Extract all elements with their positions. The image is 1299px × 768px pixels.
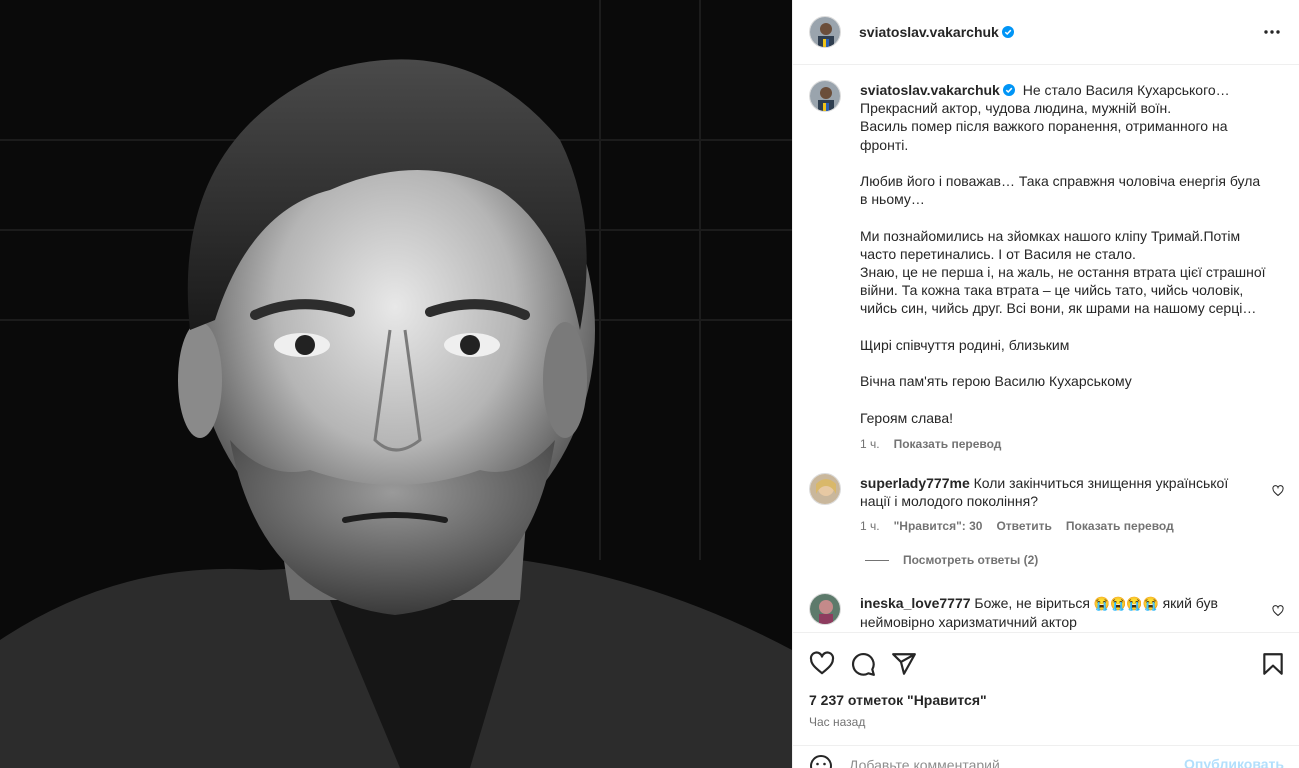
share-icon[interactable] — [891, 651, 917, 677]
caption-text: sviatoslav.vakarchuk Не стало Василя Кух… — [860, 81, 1270, 453]
comment-text: superlady777me Коли закінчиться знищення… — [860, 474, 1260, 536]
portrait-image — [0, 0, 792, 768]
caption-line: Не стало Василя Кухарського… — [1022, 82, 1230, 98]
add-comment-row: Опубликовать — [793, 745, 1299, 768]
caption-line: чийсь син, чийсь друг. Всі вони, як шрам… — [860, 300, 1257, 317]
post-photo[interactable] — [0, 0, 792, 768]
comment-body-cont: нації і молодого покоління? — [860, 493, 1039, 510]
commenter-avatar[interactable] — [809, 473, 841, 505]
caption-line: Василь помер після важкого поранення, от… — [860, 118, 1228, 135]
more-options-icon[interactable] — [1262, 22, 1282, 42]
bookmark-icon[interactable] — [1260, 651, 1286, 677]
caption-line: війни. Та кожна така втрата – це чийсь т… — [860, 282, 1244, 299]
post-header: sviatoslav.vakarchuk — [793, 0, 1299, 65]
view-replies-label: Посмотреть ответы (2) — [903, 553, 1039, 567]
caption-author-avatar[interactable] — [809, 80, 841, 112]
caption-line: Прекрасний актор, чудова людина, мужній … — [860, 100, 1172, 117]
author-username[interactable]: sviatoslav.vakarchuk — [859, 24, 1014, 40]
comment-translate-link[interactable]: Показать перевод — [1066, 517, 1174, 535]
replies-line — [865, 559, 889, 561]
comment-body-after: який був — [1162, 595, 1218, 611]
verified-badge-icon — [1001, 26, 1014, 38]
comment-text: ineska_love7777 Боже, не віриться 😭😭😭😭 я… — [860, 594, 1260, 631]
post-side-panel: sviatoslav.vakarchuk sviatoslav.vakarchu… — [792, 0, 1299, 768]
comment-time[interactable]: 1 ч. — [860, 517, 880, 535]
caption-line: Знаю, це не перша і, на жаль, не остання… — [860, 264, 1266, 280]
comment-meta: 1 ч. "Нравится": 30 Ответить Показать пе… — [860, 517, 1260, 535]
caption-line: Вічна пам'ять герою Василю Кухарському — [860, 373, 1132, 390]
caption-line: часто перетинались. І от Василя не стало… — [860, 245, 1136, 262]
commenter-avatar[interactable] — [809, 593, 841, 625]
heart-icon[interactable] — [809, 651, 835, 677]
emoji-icon[interactable] — [809, 754, 833, 768]
caption-line: Любив його і поважав… Така справжня чоло… — [860, 173, 1261, 189]
commenter-username[interactable]: ineska_love7777 — [860, 595, 971, 611]
caption-line: Героям слава! — [860, 409, 954, 426]
comments-scroll-area[interactable]: sviatoslav.vakarchuk Не стало Василя Кух… — [793, 66, 1299, 631]
comment-icon[interactable] — [850, 651, 876, 677]
caption-time[interactable]: 1 ч. — [860, 435, 880, 453]
caption-line: фронті. — [860, 136, 909, 153]
comment-like-icon[interactable] — [1272, 605, 1284, 617]
commenter-username[interactable]: superlady777me — [860, 475, 970, 491]
post-actions: 7 237 отметок "Нравится" Час назад Опубл… — [793, 632, 1299, 768]
publish-button[interactable]: Опубликовать — [1184, 756, 1284, 768]
comment-body-cont: неймовірно харизматичний актор — [860, 614, 1077, 631]
caption-meta: 1 ч. Показать перевод — [860, 435, 1270, 453]
show-translation-link[interactable]: Показать перевод — [894, 435, 1002, 453]
caption-line: в ньому… — [860, 191, 925, 208]
likes-count[interactable]: 7 237 отметок "Нравится" — [809, 692, 987, 708]
comment-input[interactable] — [849, 754, 1179, 768]
caption-line: Щирі співчуття родині, близьким — [860, 336, 1070, 353]
reply-button[interactable]: Ответить — [996, 517, 1051, 535]
comment-body: Боже, не віриться — [974, 595, 1091, 611]
comment-emojis: 😭😭😭😭 — [1093, 596, 1159, 611]
caption-username[interactable]: sviatoslav.vakarchuk — [860, 82, 1015, 98]
view-replies-button[interactable]: Посмотреть ответы (2) — [865, 553, 1038, 567]
comment-likes[interactable]: "Нравится": 30 — [894, 517, 983, 535]
author-avatar[interactable] — [809, 16, 841, 48]
caption-line: Ми познайомились на зйомках нашого кліпу… — [860, 227, 1241, 244]
comment-like-icon[interactable] — [1272, 485, 1284, 497]
verified-badge-icon — [1002, 84, 1015, 96]
post-time[interactable]: Час назад — [809, 715, 865, 729]
comment-body: Коли закінчиться знищення української — [973, 475, 1229, 491]
